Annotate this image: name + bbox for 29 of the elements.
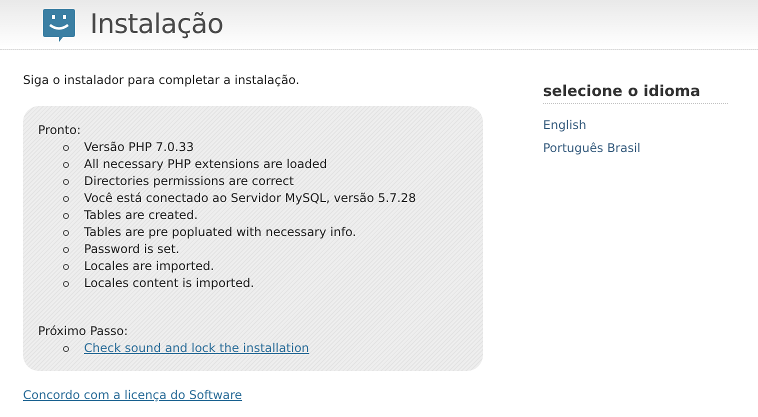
bullet-icon [63,246,69,252]
status-item: Password is set. [84,241,180,258]
status-item: All necessary PHP extensions are loaded [84,156,328,173]
page-title: Instalação [90,9,224,40]
bullet-icon [63,196,69,202]
sidebar-title: selecione o idioma [543,82,728,104]
section-label: Pronto: [38,122,82,139]
status-item: Tables are created. [84,207,198,224]
status-item: Tables are pre popluated with necessary info. [84,224,356,241]
bullet-icon [63,346,69,352]
status-item: Você está conectado ao Servidor MySQL, versão 5.7.28 [84,190,416,207]
status-item: Directories permissions are correct [84,173,294,190]
intro-text: Siga o instalador para completar a instalação. [23,72,300,88]
bullet-icon [63,144,69,150]
section-label: Próximo Passo: [38,323,129,340]
language-link[interactable]: Português Brasil [543,137,728,160]
language-link[interactable]: English [543,114,728,137]
chat-smiley-icon [42,8,76,42]
bullet-icon [63,212,69,218]
bullet-icon [63,280,69,286]
bullet-icon [63,264,69,270]
next-step-link[interactable]: Check sound and lock the installation [84,340,310,357]
license-link[interactable]: Concordo com a licença do Software [23,388,242,402]
bullet-icon [63,230,69,236]
status-item: Versão PHP 7.0.33 [84,139,194,156]
bullet-icon [63,162,69,168]
status-item: Locales are imported. [84,258,214,275]
bullet-icon [63,178,69,184]
status-item: Locales content is imported. [84,275,254,292]
